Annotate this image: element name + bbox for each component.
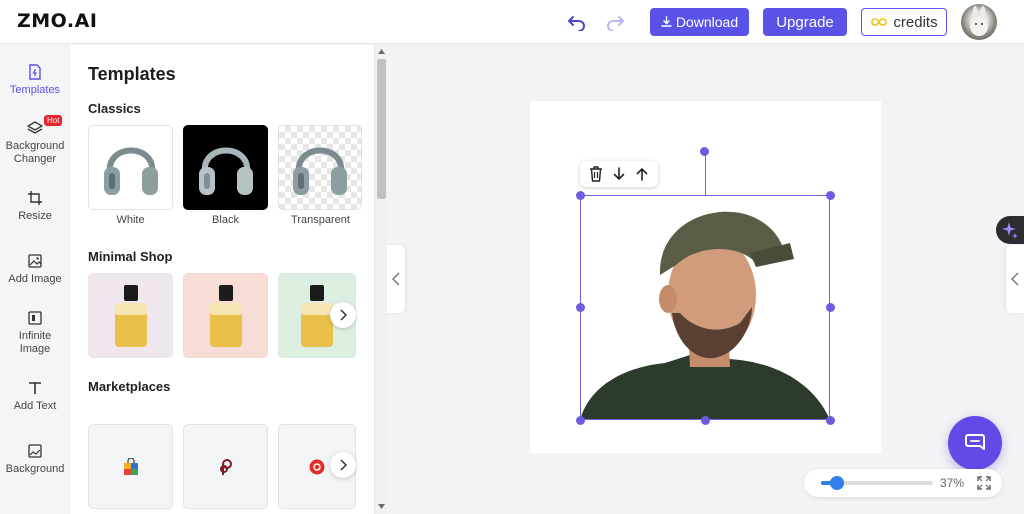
sparkle-icon <box>1002 222 1018 239</box>
trash-icon[interactable] <box>586 164 606 184</box>
credits-button[interactable]: credits <box>861 8 947 36</box>
headphones-image <box>198 147 253 195</box>
crop-icon <box>27 190 43 206</box>
app-logo[interactable]: ZMO.AI <box>17 10 97 32</box>
left-navigation: Templates Hot Background Changer Resize … <box>0 45 70 514</box>
resize-handle-top-right[interactable] <box>825 190 835 200</box>
nav-item-background-changer[interactable]: Background Changer <box>0 120 70 166</box>
background-icon <box>27 443 43 459</box>
template-card-transparent[interactable] <box>278 125 362 210</box>
chevron-right-icon <box>340 459 347 471</box>
resize-handle-top-left[interactable] <box>575 190 585 200</box>
template-card-marketplace-2[interactable] <box>183 424 268 509</box>
marketplaces-next-button[interactable] <box>330 452 356 478</box>
zoom-percentage: 37% <box>940 476 965 490</box>
chevron-left-icon <box>1011 272 1019 286</box>
chevron-right-icon <box>340 309 347 321</box>
nav-item-background[interactable]: Background <box>0 443 70 476</box>
template-card-black[interactable] <box>183 125 268 210</box>
templates-icon <box>27 64 43 80</box>
avatar[interactable] <box>961 4 997 40</box>
credits-label: credits <box>893 13 938 31</box>
resize-handle-bottom-right[interactable] <box>825 415 835 425</box>
template-card-minimal-1[interactable] <box>88 273 173 358</box>
nav-item-add-text[interactable]: Add Text <box>0 380 70 413</box>
marketplace-logo-icon <box>309 459 325 474</box>
section-title-minimal-shop: Minimal Shop <box>88 249 173 264</box>
fullscreen-icon[interactable] <box>976 475 992 491</box>
depop-logo-icon <box>219 458 232 475</box>
top-bar: ZMO.AI Download Upgrade credits <box>0 0 1024 44</box>
image-icon <box>27 253 43 269</box>
undo-icon[interactable] <box>565 10 589 34</box>
shopping-bag-icon <box>123 457 138 475</box>
template-label-white: White <box>116 214 145 226</box>
perfume-image <box>209 284 242 347</box>
chat-icon <box>965 434 985 450</box>
panel-title: Templates <box>88 64 176 84</box>
zoom-slider-knob[interactable] <box>829 476 844 490</box>
infinity-icon <box>870 14 888 31</box>
resize-handle-right[interactable] <box>825 303 835 312</box>
template-card-white[interactable] <box>88 125 173 210</box>
rotate-handle[interactable] <box>700 147 709 156</box>
ai-assistant-button[interactable] <box>996 216 1024 244</box>
download-icon <box>661 14 672 30</box>
scroll-up-icon[interactable] <box>378 49 385 54</box>
headphones-image <box>293 147 347 195</box>
move-up-icon[interactable] <box>632 164 652 184</box>
chat-button[interactable] <box>948 416 1002 470</box>
resize-handle-left[interactable] <box>575 303 585 312</box>
template-card-marketplace-1[interactable] <box>88 424 173 509</box>
minimal-shop-next-button[interactable] <box>330 302 356 328</box>
nav-item-add-image[interactable]: Add Image <box>0 253 70 286</box>
collapse-panel-button[interactable] <box>387 245 405 313</box>
nav-item-templates[interactable]: Templates <box>0 64 70 97</box>
element-toolbar <box>580 161 658 187</box>
redo-icon[interactable] <box>603 10 627 34</box>
zoom-control: 37% <box>804 469 1002 497</box>
resize-handle-bottom-left[interactable] <box>575 415 585 425</box>
rotation-stem <box>704 152 706 196</box>
template-label-transparent: Transparent <box>291 214 350 226</box>
download-button[interactable]: Download <box>650 8 749 36</box>
selection-box[interactable] <box>580 195 830 420</box>
section-title-classics: Classics <box>88 101 141 116</box>
nav-item-infinite-image[interactable]: Infinite Image <box>0 310 70 356</box>
perfume-image <box>114 284 147 347</box>
expand-right-panel-button[interactable] <box>1006 245 1024 313</box>
template-card-minimal-2[interactable] <box>183 273 268 358</box>
scroll-thumb[interactable] <box>377 59 386 199</box>
panel-scrollbar[interactable] <box>374 45 387 514</box>
move-down-icon[interactable] <box>609 164 629 184</box>
headphones-image <box>103 147 158 195</box>
templates-panel: Templates Classics White Black Transpare… <box>70 45 374 514</box>
resize-handle-bottom[interactable] <box>700 415 710 425</box>
text-icon <box>27 380 43 396</box>
download-label: Download <box>675 14 739 30</box>
scroll-down-icon[interactable] <box>378 504 385 509</box>
upgrade-button[interactable]: Upgrade <box>763 8 847 36</box>
chevron-left-icon <box>392 272 400 286</box>
layers-icon <box>27 120 43 136</box>
expand-image-icon <box>27 310 43 326</box>
section-title-marketplaces: Marketplaces <box>88 379 171 394</box>
template-label-black: Black <box>212 214 239 226</box>
nav-item-resize[interactable]: Resize <box>0 190 70 223</box>
